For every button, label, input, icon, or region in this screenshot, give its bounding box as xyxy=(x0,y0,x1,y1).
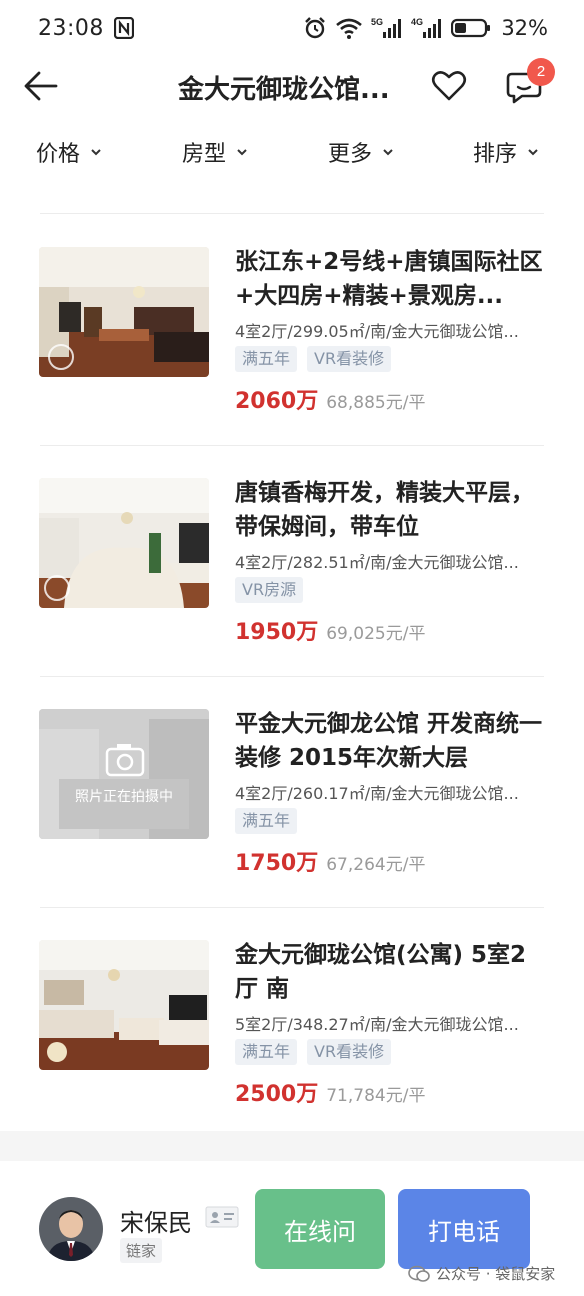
agent-company-badge: 链家 xyxy=(120,1238,163,1263)
listing-meta: 4室2厅/299.05㎡/南/金大元御珑公馆... xyxy=(235,322,519,341)
filter-more-label: 更多 xyxy=(328,142,373,167)
total-price: 2500万 xyxy=(235,1082,319,1107)
price-row: 2060万 68,885元/平 xyxy=(235,383,425,415)
agent-avatar[interactable] xyxy=(39,1197,103,1261)
chevron-down-icon xyxy=(383,149,393,156)
agent-name: 宋保民 xyxy=(120,1209,192,1237)
listing-photo-placeholder: 照片正在拍摄中 xyxy=(39,709,209,839)
battery-percent: 32% xyxy=(501,16,548,40)
total-price: 1950万 xyxy=(235,620,319,645)
listing-title: 唐镇香梅开发，精装大平层，带保姆间，带车位 xyxy=(235,480,534,540)
tag-badge: 满五年 xyxy=(235,808,298,834)
listing-photo xyxy=(39,247,209,377)
back-arrow-icon[interactable] xyxy=(22,68,60,104)
watermark: 公众号 · 袋鼠安家 xyxy=(408,1263,555,1284)
photo-pending-text: 照片正在拍摄中 xyxy=(75,789,173,805)
wechat-icon xyxy=(408,1265,430,1282)
chevron-down-icon xyxy=(237,149,247,156)
nav-bar: 金大元御珑公馆... xyxy=(0,56,584,116)
chevron-down-icon xyxy=(528,149,538,156)
listing-tags: 满五年 VR看装修 xyxy=(235,346,392,372)
listing-item[interactable]: 金大元御珑公馆(公寓) 5室2厅 南 5室2厅/348.27㎡/南/金大元御珑公… xyxy=(0,908,584,1139)
page-title: 金大元御珑公馆... xyxy=(178,75,390,105)
tag-badge: 满五年 xyxy=(235,1039,298,1065)
price-row: 1950万 69,025元/平 xyxy=(235,614,425,646)
alarm-icon xyxy=(305,17,326,39)
listing-tags: VR房源 xyxy=(235,577,304,603)
total-price: 2060万 xyxy=(235,389,319,414)
agent-contact-bar: 宋保民 链家 在线问 打电话 公众号 · 袋鼠安家 xyxy=(0,1161,584,1296)
wifi-icon xyxy=(336,18,363,39)
status-bar: 23:08 5G 4G 32% xyxy=(0,0,584,56)
filter-sort-label: 排序 xyxy=(473,142,518,167)
listing-photo xyxy=(39,478,209,608)
svg-text:4G: 4G xyxy=(411,17,423,27)
listing-tags: 满五年 xyxy=(235,808,298,834)
listing-title: 金大元御珑公馆(公寓) 5室2厅 南 xyxy=(235,942,527,1002)
unit-price: 67,264元/平 xyxy=(326,855,426,875)
listing-photo xyxy=(39,940,209,1070)
favorite-heart-icon[interactable] xyxy=(430,68,468,104)
filter-room-type[interactable]: 房型 xyxy=(182,136,248,168)
status-icons: 5G 4G 32% xyxy=(303,16,548,40)
chevron-down-icon xyxy=(91,149,101,156)
filter-more[interactable]: 更多 xyxy=(328,136,394,168)
battery-icon xyxy=(451,18,491,38)
listing-title: 平金大元御龙公馆 开发商统一装修 2015年次新大层 xyxy=(235,711,543,771)
tag-badge: VR看装修 xyxy=(307,1039,392,1065)
filter-price[interactable]: 价格 xyxy=(36,136,102,168)
call-button[interactable]: 打电话 xyxy=(398,1189,530,1269)
listing-meta: 5室2厅/348.27㎡/南/金大元御珑公馆... xyxy=(235,1015,519,1034)
tag-badge: VR看装修 xyxy=(307,346,392,372)
filter-room-type-label: 房型 xyxy=(182,142,227,167)
section-separator xyxy=(0,1131,584,1161)
unit-price: 69,025元/平 xyxy=(326,624,426,644)
tag-badge: 满五年 xyxy=(235,346,298,372)
nfc-icon xyxy=(113,17,134,39)
listing-title: 张江东+2号线+唐镇国际社区+大四房+精装+景观房... xyxy=(235,249,543,309)
listing-item[interactable]: 照片正在拍摄中 平金大元御龙公馆 开发商统一装修 2015年次新大层 4室2厅/… xyxy=(0,677,584,908)
business-card-icon[interactable] xyxy=(205,1206,239,1228)
unit-price: 68,885元/平 xyxy=(326,393,426,413)
filter-bar: 价格 房型 更多 排序 xyxy=(0,128,584,178)
watermark-text: 公众号 · 袋鼠安家 xyxy=(436,1265,556,1283)
message-count-badge: 2 xyxy=(527,58,555,86)
price-row: 2500万 71,784元/平 xyxy=(235,1076,425,1108)
listing-meta: 4室2厅/260.17㎡/南/金大元御珑公馆... xyxy=(235,784,519,803)
signal-4g-icon: 4G xyxy=(411,17,442,38)
listing-tags: 满五年 VR看装修 xyxy=(235,1039,392,1065)
total-price: 1750万 xyxy=(235,851,319,876)
filter-sort[interactable]: 排序 xyxy=(473,136,539,168)
listing-meta: 4室2厅/282.51㎡/南/金大元御珑公馆... xyxy=(235,553,519,572)
price-row: 1750万 67,264元/平 xyxy=(235,845,425,877)
listing-item[interactable]: 张江东+2号线+唐镇国际社区+大四房+精装+景观房... 4室2厅/299.05… xyxy=(0,215,584,446)
listing-item[interactable]: 唐镇香梅开发，精装大平层，带保姆间，带车位 4室2厅/282.51㎡/南/金大元… xyxy=(0,446,584,677)
filter-price-label: 价格 xyxy=(36,142,81,167)
tag-badge: VR房源 xyxy=(235,577,304,603)
status-time: 23:08 xyxy=(38,15,104,41)
divider xyxy=(40,213,544,214)
online-chat-button[interactable]: 在线问 xyxy=(255,1189,385,1269)
signal-5g-icon: 5G xyxy=(371,17,402,38)
svg-text:5G: 5G xyxy=(371,17,383,27)
unit-price: 71,784元/平 xyxy=(326,1086,426,1106)
